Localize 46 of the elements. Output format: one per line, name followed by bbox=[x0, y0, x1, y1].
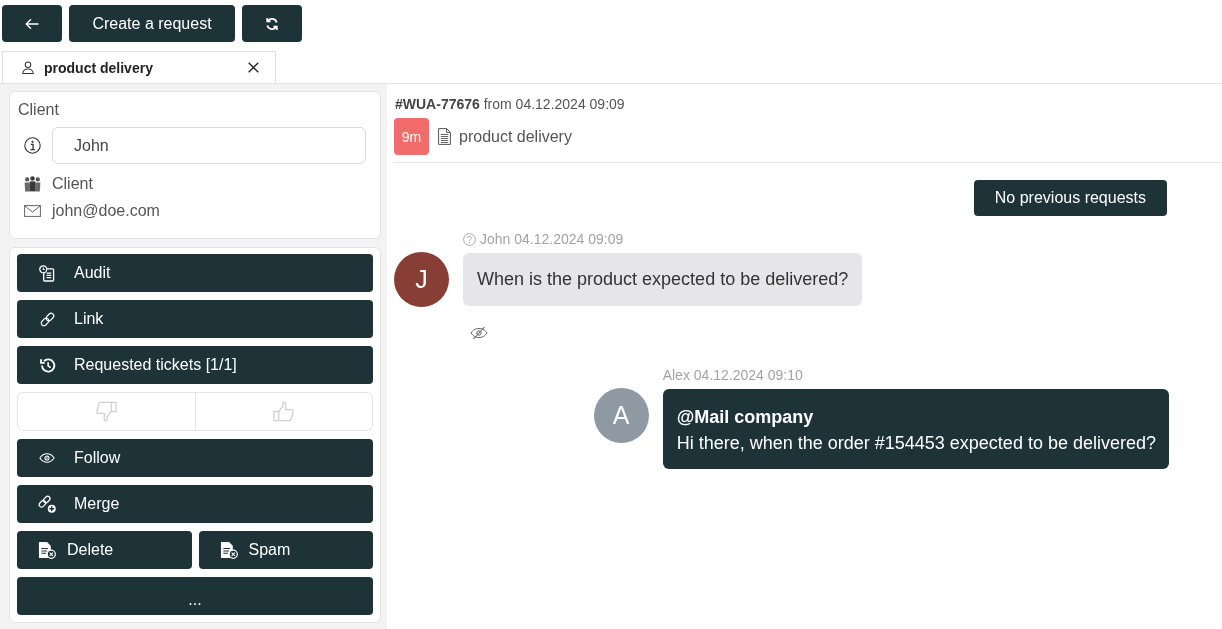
merge-button[interactable]: Merge bbox=[17, 485, 373, 523]
envelope-icon bbox=[24, 205, 41, 217]
link-button[interactable]: Link bbox=[17, 300, 373, 338]
client-name-field[interactable]: John bbox=[52, 127, 366, 164]
refresh-button[interactable] bbox=[242, 5, 302, 42]
client-heading: Client bbox=[18, 100, 60, 120]
delete-button[interactable]: Delete bbox=[17, 531, 192, 569]
ticket-id-line: #WUA-77676 from 04.12.2024 09:09 bbox=[394, 96, 626, 112]
mention-text: @Mail company bbox=[676, 406, 815, 429]
avatar: J bbox=[394, 252, 449, 307]
ticket-subject: product delivery bbox=[459, 127, 572, 146]
more-button[interactable]: ... bbox=[17, 577, 373, 615]
message-text: Hi there, when the order #154453 expected to be delivered? bbox=[676, 432, 1156, 455]
info-icon bbox=[24, 137, 41, 154]
back-arrow-icon bbox=[25, 17, 39, 30]
clipboard-clock-icon bbox=[39, 264, 55, 282]
people-group-icon bbox=[24, 176, 41, 192]
ticket-tab[interactable]: product delivery bbox=[2, 51, 276, 83]
message-text: When is the product expected to be delivered? bbox=[477, 269, 849, 290]
eye-icon bbox=[39, 453, 55, 463]
back-button[interactable] bbox=[2, 5, 62, 42]
create-request-button[interactable]: Create a request bbox=[69, 5, 235, 42]
client-type: Client bbox=[52, 174, 93, 194]
audit-button[interactable]: Audit bbox=[17, 254, 373, 292]
chain-link-icon bbox=[38, 310, 56, 328]
age-badge: 9m bbox=[394, 118, 429, 155]
document-x-icon bbox=[38, 541, 56, 559]
close-tab-button[interactable] bbox=[246, 60, 261, 75]
thumbs-down-icon bbox=[95, 401, 118, 422]
person-icon bbox=[22, 61, 34, 74]
follow-button[interactable]: Follow bbox=[17, 439, 373, 477]
close-icon bbox=[248, 62, 259, 73]
link-plus-icon bbox=[38, 495, 56, 513]
message-meta: Alex 04.12.2024 09:10 bbox=[662, 367, 803, 383]
history-icon bbox=[38, 356, 56, 374]
spam-button[interactable]: Spam bbox=[198, 531, 373, 569]
refresh-icon bbox=[265, 16, 279, 31]
client-email: john@doe.com bbox=[52, 201, 160, 221]
thumbs-up-icon bbox=[272, 401, 295, 422]
document-icon bbox=[438, 128, 451, 145]
avatar: A bbox=[593, 388, 649, 443]
message-meta: John 04.12.2024 09:09 bbox=[480, 231, 624, 247]
document-x-icon bbox=[219, 541, 238, 559]
previous-requests-button[interactable]: No previous requests bbox=[973, 180, 1167, 216]
requested-tickets-button[interactable]: Requested tickets [1/1] bbox=[17, 346, 373, 384]
question-icon bbox=[463, 232, 476, 246]
